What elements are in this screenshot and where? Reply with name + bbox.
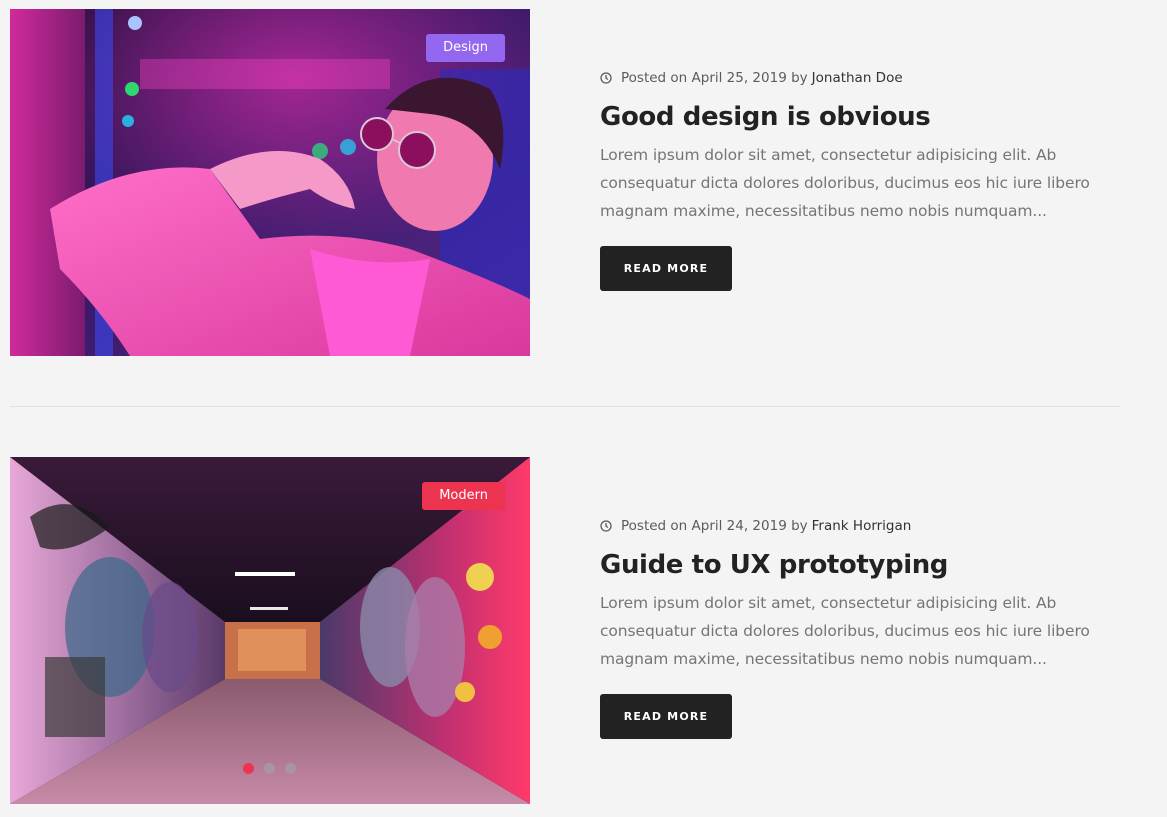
carousel-dot-2[interactable] xyxy=(264,763,275,774)
carousel-dots xyxy=(243,763,296,774)
post-author-link[interactable]: Jonathan Doe xyxy=(812,70,903,86)
blog-post-card: Design Posted on April 25, 2019 by Jonat… xyxy=(10,9,1120,356)
post-meta: Posted on April 25, 2019 by Jonathan Doe xyxy=(600,69,1120,87)
carousel-dot-3[interactable] xyxy=(285,763,296,774)
post-image[interactable]: Design xyxy=(10,9,530,356)
post-body: Posted on April 25, 2019 by Jonathan Doe… xyxy=(600,69,1120,291)
read-more-button[interactable]: READ MORE xyxy=(600,246,732,291)
post-body: Posted on April 24, 2019 by Frank Horrig… xyxy=(600,517,1120,739)
post-divider xyxy=(10,406,1120,407)
read-more-button[interactable]: READ MORE xyxy=(600,694,732,739)
post-title[interactable]: Guide to UX prototyping xyxy=(600,548,1120,582)
blog-post-card: Modern Posted on April 24, 2019 by Frank… xyxy=(10,457,1120,804)
post-date: Posted on April 24, 2019 by xyxy=(621,518,808,534)
category-badge[interactable]: Modern xyxy=(422,482,505,510)
clock-icon xyxy=(600,520,612,532)
clock-icon xyxy=(600,72,612,84)
carousel-dot-1[interactable] xyxy=(243,763,254,774)
post-excerpt: Lorem ipsum dolor sit amet, consectetur … xyxy=(600,146,1090,220)
post-image-carousel[interactable]: Modern xyxy=(10,457,530,804)
category-badge[interactable]: Design xyxy=(426,34,505,62)
post-date: Posted on April 25, 2019 by xyxy=(621,70,808,86)
post-title[interactable]: Good design is obvious xyxy=(600,100,1120,134)
post-excerpt: Lorem ipsum dolor sit amet, consectetur … xyxy=(600,594,1090,668)
post-meta: Posted on April 24, 2019 by Frank Horrig… xyxy=(600,517,1120,535)
post-author-link[interactable]: Frank Horrigan xyxy=(812,518,912,534)
